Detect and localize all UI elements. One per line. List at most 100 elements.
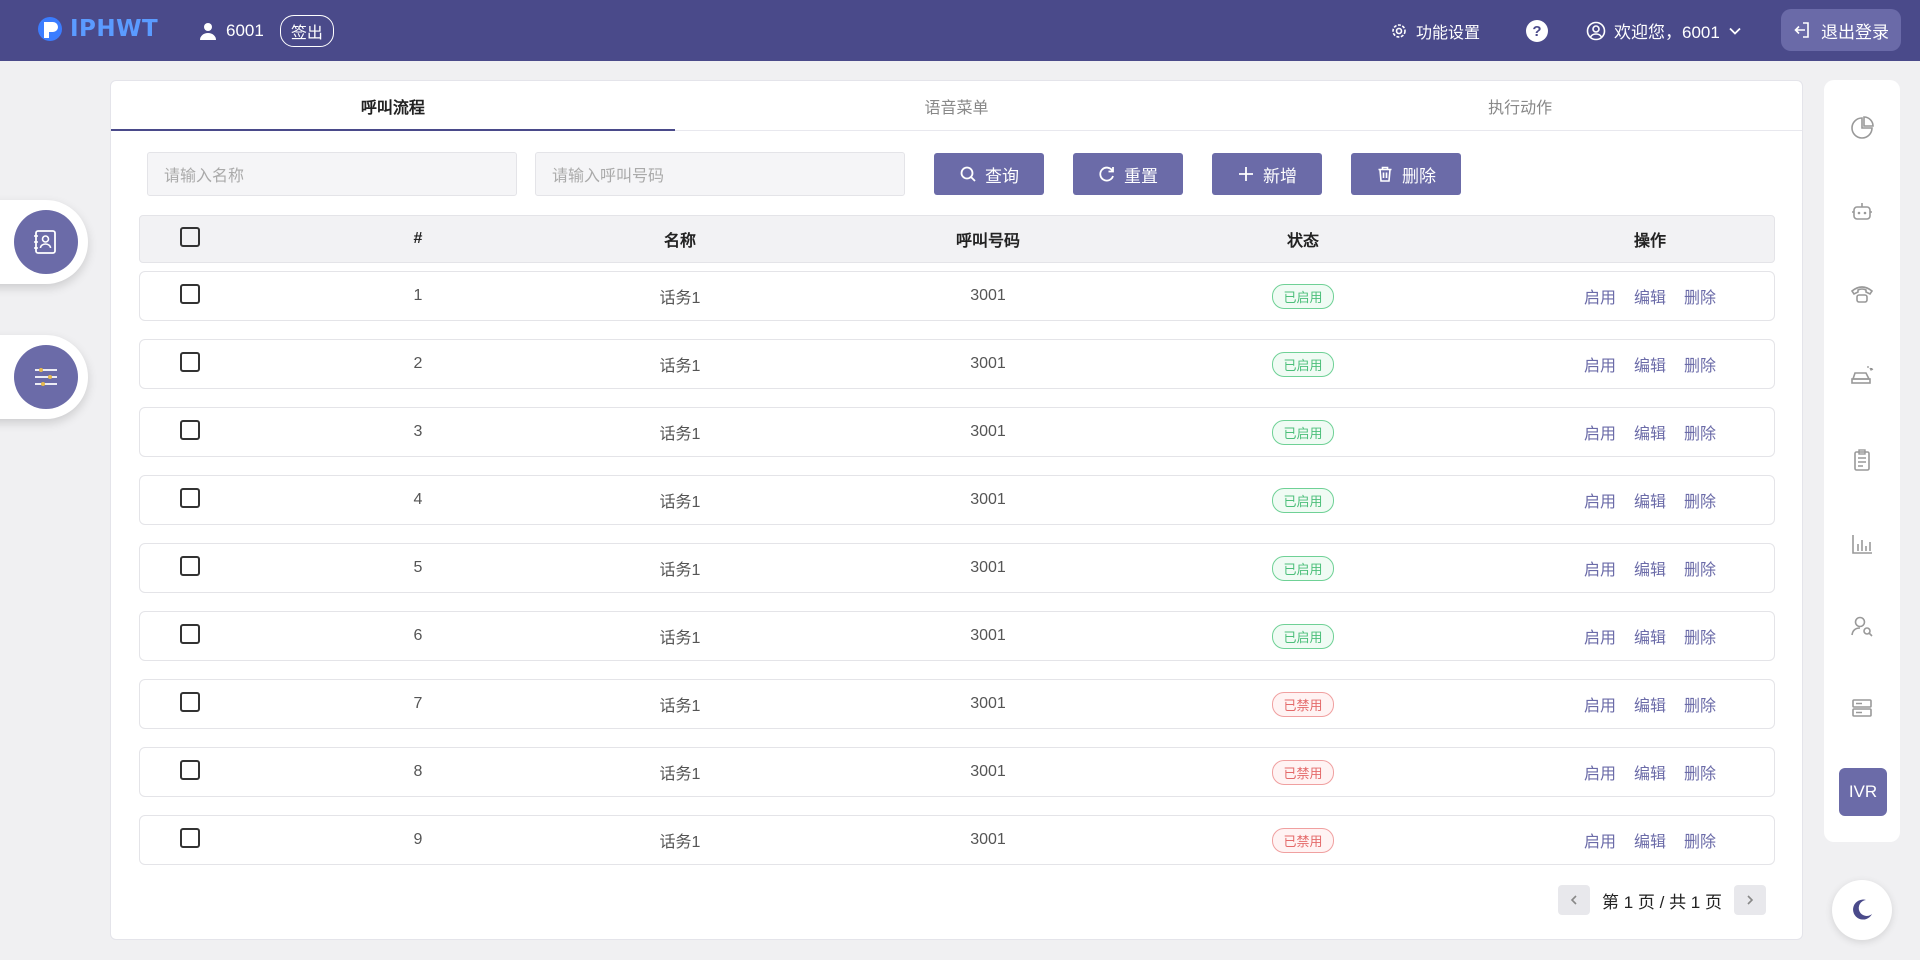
- row-check-cell: [180, 283, 200, 309]
- table-row: 2 话务1 3001 已启用 启用 编辑 删除: [139, 339, 1775, 389]
- row-checkbox[interactable]: [180, 351, 200, 372]
- enable-link[interactable]: 启用: [1584, 284, 1616, 308]
- user-search-icon[interactable]: [1848, 612, 1876, 640]
- float-contacts-button[interactable]: [0, 200, 88, 284]
- edit-link[interactable]: 编辑: [1634, 760, 1666, 784]
- row-checkbox[interactable]: [180, 827, 200, 848]
- header-check-cell: [180, 226, 200, 252]
- row-check-cell: [180, 691, 200, 717]
- table-row: 8 话务1 3001 已禁用 启用 编辑 删除: [139, 747, 1775, 797]
- reset-label: 重置: [1124, 166, 1158, 186]
- edit-link[interactable]: 编辑: [1634, 692, 1666, 716]
- row-name: 话务1: [659, 698, 701, 715]
- row-checkbox[interactable]: [180, 419, 200, 440]
- logout-label: 退出登录: [1821, 22, 1889, 42]
- row-code: 3001: [970, 627, 1006, 644]
- delete-link[interactable]: 删除: [1684, 624, 1716, 648]
- robot-icon[interactable]: [1848, 198, 1876, 226]
- gear-icon: [1392, 24, 1406, 38]
- row-checkbox[interactable]: [180, 759, 200, 780]
- logout-button[interactable]: 退出登录: [1781, 9, 1901, 51]
- header-ops: 操作: [1633, 233, 1666, 250]
- row-num: 9: [413, 831, 423, 848]
- edit-link[interactable]: 编辑: [1634, 624, 1666, 648]
- delete-link[interactable]: 删除: [1684, 420, 1716, 444]
- delete-link[interactable]: 删除: [1684, 488, 1716, 512]
- table-row: 4 话务1 3001 已启用 启用 编辑 删除: [139, 475, 1775, 525]
- row-code: 3001: [970, 559, 1006, 576]
- enable-link[interactable]: 启用: [1584, 828, 1616, 852]
- row-status-cell: 已禁用: [1248, 759, 1358, 785]
- enable-link[interactable]: 启用: [1584, 760, 1616, 784]
- enable-link[interactable]: 启用: [1584, 556, 1616, 580]
- edit-link[interactable]: 编辑: [1634, 352, 1666, 376]
- delete-link[interactable]: 删除: [1684, 692, 1716, 716]
- query-button[interactable]: 查询: [934, 153, 1044, 195]
- logout-icon: [1794, 22, 1809, 38]
- delete-link[interactable]: 删除: [1684, 352, 1716, 376]
- edit-link[interactable]: 编辑: [1634, 420, 1666, 444]
- enable-link[interactable]: 启用: [1584, 488, 1616, 512]
- row-name: 话务1: [659, 494, 701, 511]
- row-code: 3001: [970, 763, 1006, 780]
- tab-call-flow[interactable]: 呼叫流程: [111, 81, 675, 131]
- edit-link[interactable]: 编辑: [1634, 828, 1666, 852]
- enable-link[interactable]: 启用: [1584, 420, 1616, 444]
- select-all-checkbox[interactable]: [180, 226, 200, 247]
- row-ops: 启用 编辑 删除: [1560, 624, 1740, 648]
- table-row: 5 话务1 3001 已启用 启用 编辑 删除: [139, 543, 1775, 593]
- row-checkbox[interactable]: [180, 283, 200, 304]
- add-label: 新增: [1263, 166, 1297, 186]
- server-icon[interactable]: [1848, 694, 1876, 722]
- row-check-cell: [180, 419, 200, 445]
- delete-link[interactable]: 删除: [1684, 284, 1716, 308]
- ivr-button[interactable]: IVR: [1839, 768, 1887, 816]
- next-page-button[interactable]: [1734, 885, 1766, 915]
- delete-button[interactable]: 删除: [1351, 153, 1461, 195]
- row-name: 话务1: [659, 426, 701, 443]
- telephone-icon[interactable]: [1848, 280, 1876, 308]
- edit-link[interactable]: 编辑: [1634, 284, 1666, 308]
- tab-actions[interactable]: 执行动作: [1238, 81, 1802, 130]
- row-checkbox[interactable]: [180, 487, 200, 508]
- row-ops: 启用 编辑 删除: [1560, 692, 1740, 716]
- edit-link[interactable]: 编辑: [1634, 488, 1666, 512]
- row-checkbox[interactable]: [180, 691, 200, 712]
- help-icon[interactable]: ?: [1526, 20, 1548, 42]
- prev-page-button[interactable]: [1558, 885, 1591, 915]
- theme-toggle-button[interactable]: [1832, 880, 1892, 940]
- row-ops: 启用 编辑 删除: [1560, 760, 1740, 784]
- user-block: 6001 签出: [198, 15, 334, 47]
- clipboard-icon[interactable]: [1848, 446, 1876, 474]
- enable-link[interactable]: 启用: [1584, 624, 1616, 648]
- enable-link[interactable]: 启用: [1584, 352, 1616, 376]
- bar-chart-icon[interactable]: [1848, 530, 1876, 558]
- row-name: 话务1: [659, 834, 701, 851]
- status-badge: 已启用: [1272, 283, 1334, 309]
- tab-voice-menu[interactable]: 语音菜单: [675, 81, 1239, 130]
- signout-button[interactable]: 签出: [279, 15, 334, 47]
- edit-link[interactable]: 编辑: [1634, 556, 1666, 580]
- add-button[interactable]: 新增: [1212, 153, 1322, 195]
- user-menu[interactable]: 欢迎您，6001: [1586, 18, 1742, 43]
- function-settings-button[interactable]: 功能设置: [1390, 19, 1480, 43]
- row-num: 3: [413, 423, 423, 440]
- pie-chart-icon[interactable]: [1848, 114, 1876, 142]
- float-filter-button[interactable]: [0, 335, 88, 419]
- name-search-input[interactable]: 请输入名称: [147, 152, 517, 196]
- delete-link[interactable]: 删除: [1684, 556, 1716, 580]
- status-badge: 已禁用: [1272, 691, 1334, 717]
- row-checkbox[interactable]: [180, 623, 200, 644]
- row-check-cell: [180, 555, 200, 581]
- delete-link[interactable]: 删除: [1684, 828, 1716, 852]
- row-ops: 启用 编辑 删除: [1560, 556, 1740, 580]
- code-search-input[interactable]: 请输入呼叫号码: [535, 152, 905, 196]
- enable-link[interactable]: 启用: [1584, 692, 1616, 716]
- trash-icon: [1378, 166, 1392, 182]
- car-icon[interactable]: [1848, 362, 1876, 390]
- delete-link[interactable]: 删除: [1684, 760, 1716, 784]
- reset-button[interactable]: 重置: [1073, 153, 1183, 195]
- plus-icon: [1239, 167, 1253, 181]
- chevron-down-icon: [1729, 27, 1741, 35]
- row-checkbox[interactable]: [180, 555, 200, 576]
